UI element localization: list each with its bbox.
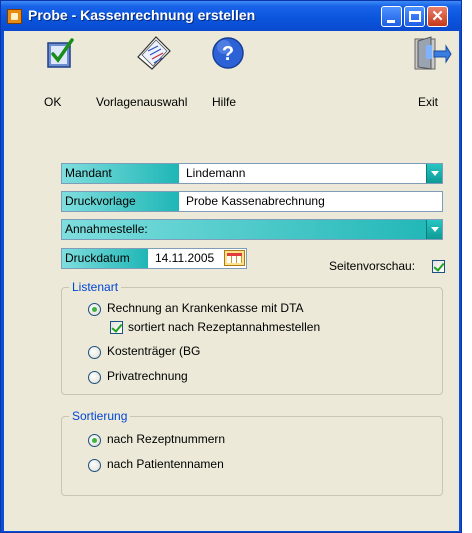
sortierung-title: Sortierung [69,409,131,423]
close-button[interactable]: ✕ [427,6,448,27]
sortiert-label[interactable]: sortiert nach Rezeptannahmestellen [128,320,320,334]
ok-label: OK [44,95,62,109]
annahmestelle-label: Annahmestelle: [62,220,442,239]
exit-label: Exit [418,95,439,109]
radio-label-kostentraeger[interactable]: Kostenträger (BG [107,344,200,358]
sortiert-checkbox[interactable] [110,321,123,334]
window-title: Probe - Kassenrechnung erstellen [28,7,256,23]
vorlagenauswahl-label: Vorlagenauswahl [96,95,188,109]
svg-text:?: ? [222,43,234,65]
ok-icon [47,38,74,68]
radio-privatrechnung[interactable] [88,371,101,384]
template-selection-icon [137,36,171,70]
chevron-down-icon[interactable] [426,220,442,239]
vorlagenauswahl-button[interactable]: Vorlagenauswahl [96,35,214,115]
dialog-body: OK Vorlagenauswahl ? Hilfe Exit Mandant … [4,31,459,531]
seitenvorschau-checkbox[interactable] [432,260,445,273]
mandant-value: Lindemann [186,166,246,180]
radio-rechnung-krankenkasse[interactable] [88,303,101,316]
annahmestelle-field[interactable]: Annahmestelle: [61,219,443,240]
druckdatum-field[interactable]: Druckdatum 14.11.2005 [61,248,247,269]
druckdatum-value: 14.11.2005 [155,251,215,265]
listenart-group: Listenart Rechnung an Krankenkasse mit D… [61,280,443,395]
maximize-button[interactable] [404,6,425,27]
druckvorlage-label: Druckvorlage [62,192,179,211]
app-icon [7,9,22,24]
sortierung-group: Sortierung nach Rezeptnummern nach Patie… [61,409,443,496]
radio-label-rechnung-krankenkasse[interactable]: Rechnung an Krankenkasse mit DTA [107,301,304,315]
seitenvorschau-label: Seitenvorschau: [329,259,416,273]
ok-button[interactable]: OK [42,35,82,115]
title-bar[interactable]: Probe - Kassenrechnung erstellen ✕ [1,1,461,31]
hilfe-button[interactable]: ? Hilfe [210,35,250,115]
druckdatum-label: Druckdatum [62,249,148,268]
druckvorlage-value: Probe Kassenabrechnung [186,194,325,208]
radio-rezeptnummern[interactable] [88,434,101,447]
radio-label-rezeptnummern[interactable]: nach Rezeptnummern [107,432,225,446]
dialog-window: Probe - Kassenrechnung erstellen ✕ OK Vo… [0,0,462,533]
minimize-button[interactable] [381,6,402,27]
toolbar: OK Vorlagenauswahl ? Hilfe Exit [4,31,459,121]
calendar-icon[interactable] [224,250,245,266]
help-icon: ? [212,37,244,69]
radio-kostentraeger[interactable] [88,346,101,359]
chevron-down-icon[interactable] [426,164,442,183]
exit-icon [414,36,452,70]
mandant-label: Mandant [62,164,179,183]
radio-label-patientennamen[interactable]: nach Patientennamen [107,457,224,471]
radio-label-privatrechnung[interactable]: Privatrechnung [107,369,188,383]
radio-patientennamen[interactable] [88,459,101,472]
exit-button[interactable]: Exit [412,35,452,115]
druckvorlage-field[interactable]: Druckvorlage Probe Kassenabrechnung [61,191,443,212]
hilfe-label: Hilfe [212,95,237,109]
maximize-icon [409,11,421,22]
close-icon: ✕ [431,8,444,25]
listenart-title: Listenart [69,280,122,294]
mandant-field[interactable]: Mandant Lindemann [61,163,443,184]
minimize-icon [387,20,395,23]
